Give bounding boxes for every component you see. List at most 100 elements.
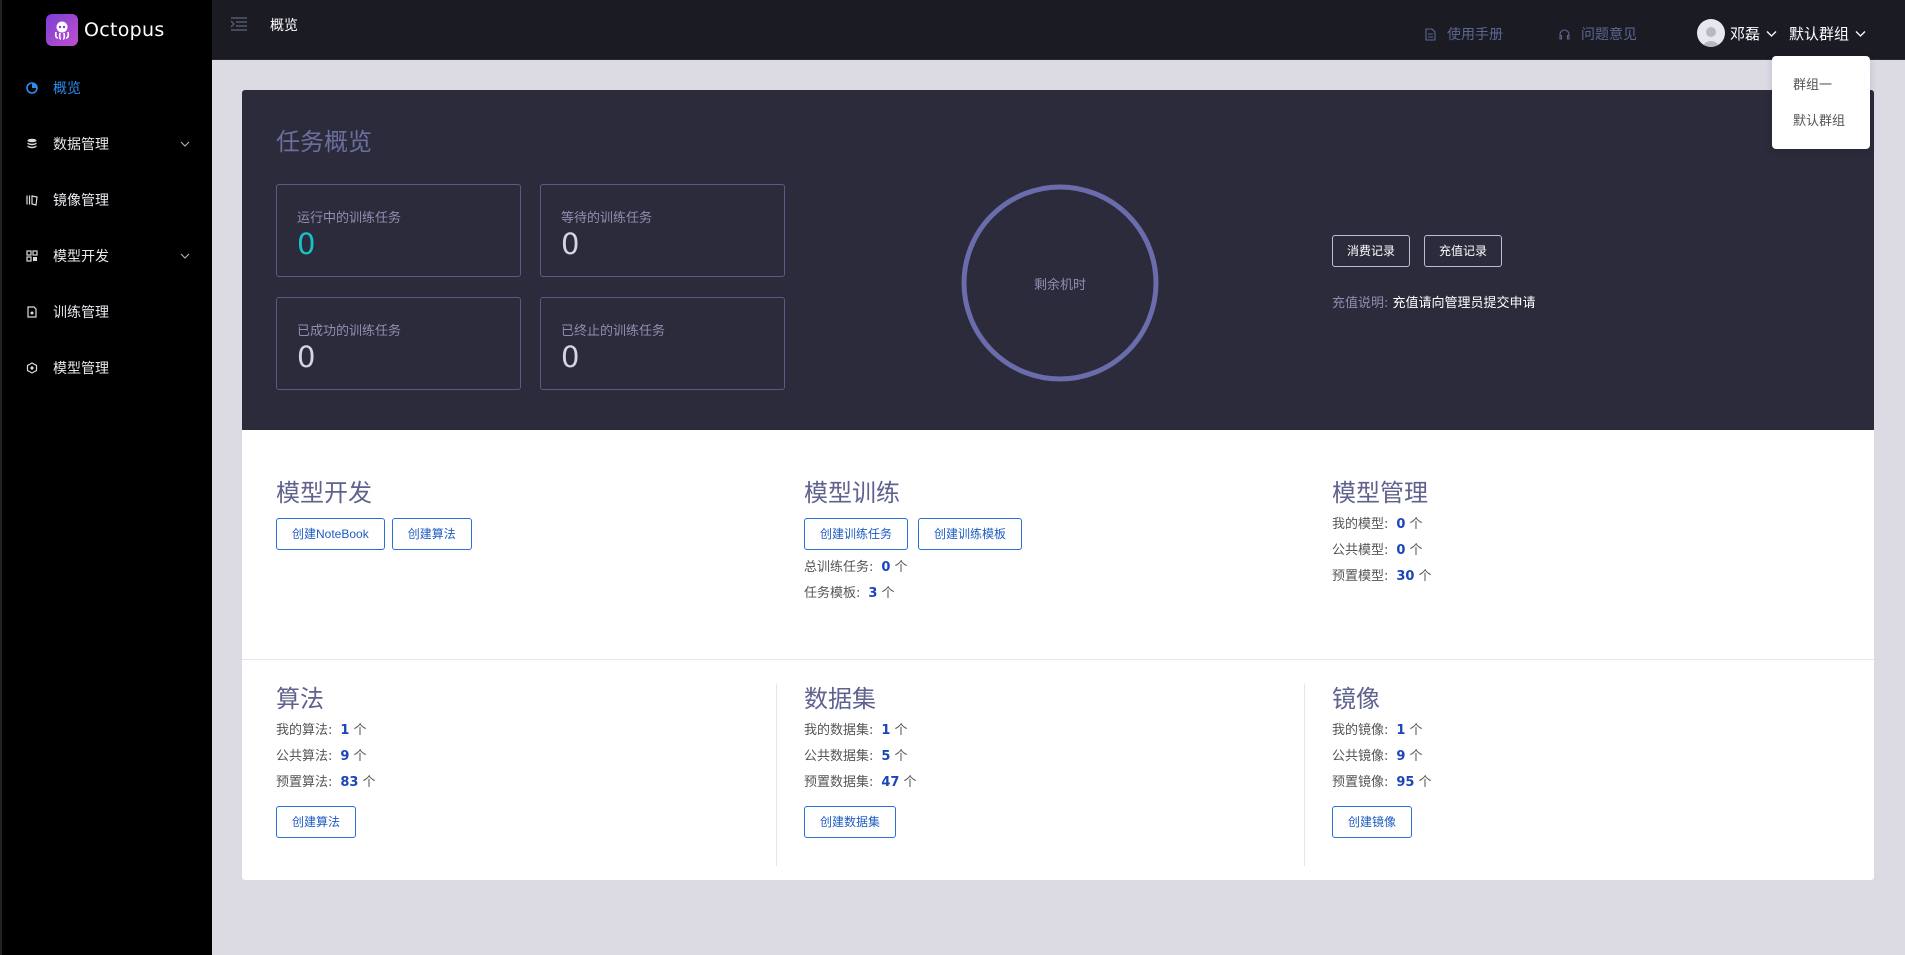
model-icon [26, 362, 38, 374]
stopped-tasks-value: 0 [561, 340, 580, 374]
group-selector[interactable]: 默认群组 [1789, 23, 1866, 44]
column-divider [1304, 684, 1305, 866]
sidebar-item-image[interactable]: 镜像管理 [2, 172, 212, 228]
feedback-link[interactable]: 问题意见 [1558, 24, 1637, 44]
sidebar-item-model-dev[interactable]: 模型开发 [2, 228, 212, 284]
stopped-tasks-label: 已终止的训练任务 [561, 324, 666, 339]
sidebar-item-model-mgmt[interactable]: 模型管理 [2, 340, 212, 396]
image-title: 镜像 [1332, 685, 1380, 713]
algorithm-title: 算法 [276, 685, 324, 713]
create-dataset-button[interactable]: 创建数据集 [804, 806, 897, 838]
recharge-note-text: 充值请向管理员提交申请 [1392, 296, 1536, 311]
sidebar-item-training[interactable]: 训练管理 [2, 284, 212, 340]
page-breadcrumb: 概览 [270, 18, 298, 34]
sidebar-item-label: 镜像管理 [53, 193, 109, 209]
create-image-button[interactable]: 创建镜像 [1332, 806, 1413, 838]
my-images: 我的镜像: 1 个 [1332, 723, 1423, 738]
running-tasks-card: 运行中的训练任务 0 [276, 184, 521, 277]
document-icon [1425, 27, 1436, 41]
running-tasks-value: 0 [297, 227, 316, 261]
task-overview-panel: 任务概览 运行中的训练任务 0 等待的训练任务 0 已成功的训练任务 0 已终止… [242, 90, 1874, 430]
model-mgmt-section: 模型管理 我的模型: 0 个 公共模型: 0 个 预置模型: 30 个 [1332, 478, 1432, 590]
section-divider [242, 659, 1874, 660]
image-section: 镜像 我的镜像: 1 个 公共镜像: 9 个 预置镜像: 95 个 创建镜像 [1332, 684, 1432, 838]
running-tasks-label: 运行中的训练任务 [297, 211, 402, 226]
sidebar-item-label: 训练管理 [53, 305, 109, 321]
group-dropdown: 群组一 默认群组 [1772, 56, 1870, 149]
success-tasks-card: 已成功的训练任务 0 [276, 297, 521, 390]
create-training-task-button[interactable]: 创建训练任务 [804, 518, 909, 550]
sidebar-item-label: 概览 [53, 81, 81, 97]
user-menu[interactable]: 邓磊 默认群组 [1697, 19, 1866, 47]
sidebar-nav: 概览 数据管理 镜像管理 模型开发 训练管理 模型管理 [2, 60, 212, 396]
model-dev-section: 模型开发 创建NoteBook 创建算法 [276, 478, 479, 550]
task-templates: 任务模板: 3 个 [804, 586, 895, 601]
preset-datasets: 预置数据集: 47 个 [804, 775, 917, 790]
model-train-title: 模型训练 [804, 479, 900, 507]
top-header: 概览 使用手册 问题意见 邓磊 默认群组 [212, 0, 1905, 60]
sidebar-item-label: 模型开发 [53, 249, 109, 265]
chevron-down-icon [1766, 30, 1777, 37]
public-images: 公共镜像: 9 个 [1332, 749, 1423, 764]
recharge-note: 充值说明: 充值请向管理员提交申请 [1332, 292, 1536, 311]
dropdown-item-default-group[interactable]: 默认群组 [1772, 104, 1870, 140]
my-datasets: 我的数据集: 1 个 [804, 723, 908, 738]
resources-panel: 模型开发 创建NoteBook 创建算法 模型训练 创建训练任务 创建训练模板 … [242, 430, 1874, 880]
sidebar-item-label: 数据管理 [53, 137, 109, 153]
sidebar: Octopus 概览 数据管理 镜像管理 模型开发 训练管理 模型管理 [0, 0, 212, 955]
menu-fold-icon[interactable] [230, 16, 248, 32]
sidebar-item-label: 模型管理 [53, 361, 109, 377]
dataset-title: 数据集 [804, 685, 876, 713]
recharge-note-label: 充值说明: [1332, 296, 1389, 311]
total-training-tasks: 总训练任务: 0 个 [804, 560, 908, 575]
sidebar-item-data[interactable]: 数据管理 [2, 116, 212, 172]
public-datasets: 公共数据集: 5 个 [804, 749, 908, 764]
dataset-section: 数据集 我的数据集: 1 个 公共数据集: 5 个 预置数据集: 47 个 创建数据集 [804, 684, 917, 838]
headset-icon [1559, 28, 1570, 40]
dashboard-icon [26, 82, 38, 94]
user-icon [1701, 27, 1721, 47]
manual-link[interactable]: 使用手册 [1424, 24, 1503, 44]
model-train-section: 模型训练 创建训练任务 创建训练模板 总训练任务: 0 个 任务模板: 3 个 [804, 478, 1029, 607]
chevron-down-icon [1855, 30, 1866, 37]
preset-models: 预置模型: 30 个 [1332, 569, 1432, 584]
avatar [1697, 19, 1725, 47]
create-algorithm-button[interactable]: 创建算法 [276, 806, 357, 838]
task-overview-title: 任务概览 [276, 128, 372, 156]
brand-name: Octopus [84, 19, 165, 41]
sidebar-item-overview[interactable]: 概览 [2, 60, 212, 116]
feedback-label: 问题意见 [1581, 27, 1637, 43]
remaining-time-label: 剩余机时 [1033, 277, 1086, 293]
success-tasks-value: 0 [297, 340, 316, 374]
waiting-tasks-value: 0 [561, 227, 580, 261]
create-notebook-button[interactable]: 创建NoteBook [276, 518, 385, 550]
waiting-tasks-card: 等待的训练任务 0 [540, 184, 785, 277]
public-algorithms: 公共算法: 9 个 [276, 749, 367, 764]
manual-label: 使用手册 [1447, 27, 1503, 43]
success-tasks-label: 已成功的训练任务 [297, 324, 402, 339]
chevron-down-icon [180, 253, 190, 259]
brand[interactable]: Octopus [2, 0, 212, 60]
create-algorithm-button[interactable]: 创建算法 [391, 518, 472, 550]
recharge-record-button[interactable]: 充值记录 [1424, 235, 1503, 267]
preset-algorithms: 预置算法: 83 个 [276, 775, 376, 790]
group-name: 默认群组 [1789, 24, 1850, 43]
preset-images: 预置镜像: 95 个 [1332, 775, 1432, 790]
dev-icon [26, 250, 38, 262]
model-mgmt-title: 模型管理 [1332, 479, 1428, 507]
user-name: 邓磊 [1730, 24, 1761, 43]
stopped-tasks-card: 已终止的训练任务 0 [540, 297, 785, 390]
consume-record-button[interactable]: 消费记录 [1332, 235, 1411, 267]
waiting-tasks-label: 等待的训练任务 [561, 211, 653, 226]
public-models: 公共模型: 0 个 [1332, 543, 1423, 558]
my-models: 我的模型: 0 个 [1332, 517, 1423, 532]
database-icon [26, 138, 38, 150]
dropdown-item-group-one[interactable]: 群组一 [1772, 68, 1870, 104]
model-dev-title: 模型开发 [276, 479, 372, 507]
image-icon [26, 194, 38, 206]
my-algorithms: 我的算法: 1 个 [276, 723, 367, 738]
octopus-logo-icon [46, 14, 78, 46]
chevron-down-icon [180, 141, 190, 147]
algorithm-section: 算法 我的算法: 1 个 公共算法: 9 个 预置算法: 83 个 创建算法 [276, 684, 376, 838]
create-training-template-button[interactable]: 创建训练模板 [918, 518, 1023, 550]
